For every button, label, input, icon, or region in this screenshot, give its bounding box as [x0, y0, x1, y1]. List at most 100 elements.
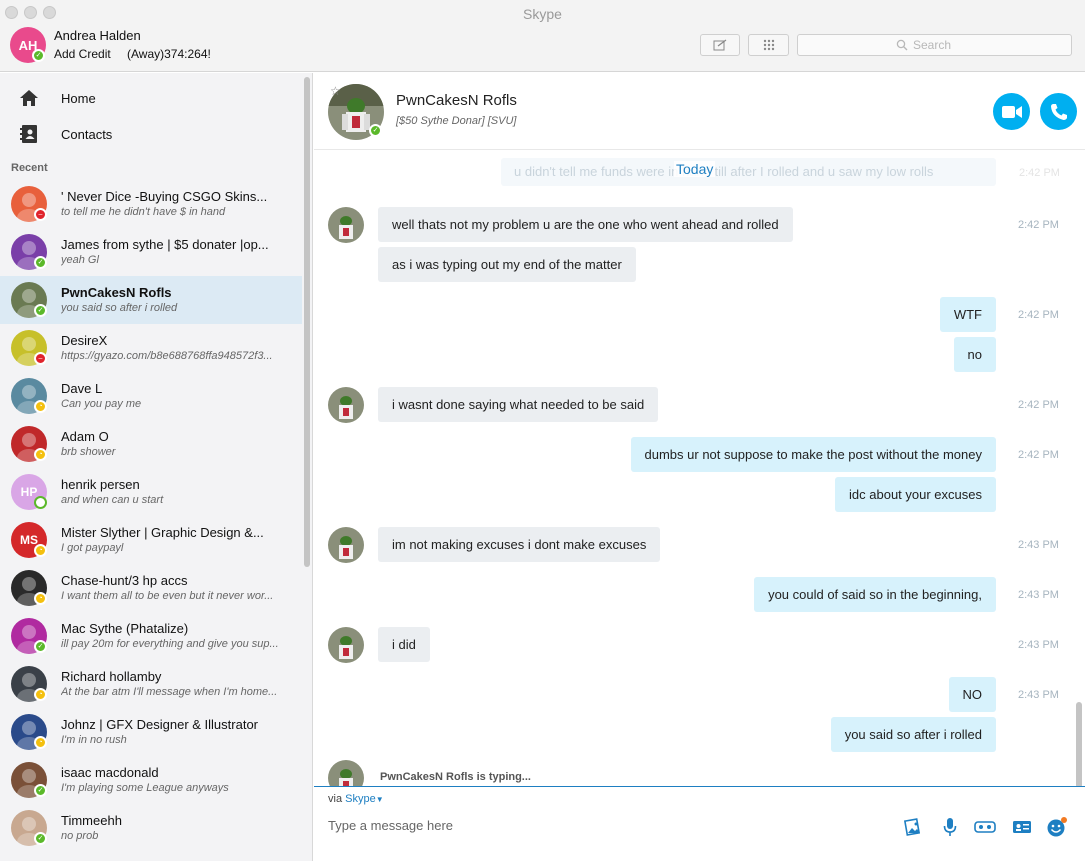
- message-sender-avatar[interactable]: [328, 527, 364, 563]
- contact-item[interactable]: MS ◔ Mister Slyther | Graphic Design &... I…: [0, 516, 302, 564]
- contact-item[interactable]: – DesireX https://gyazo.com/b8e688768ffa94…: [0, 324, 302, 372]
- incoming-message[interactable]: well thats not my problem u are the one …: [378, 207, 793, 242]
- message-timestamp: 2:43 PM: [1018, 589, 1059, 601]
- add-credit-link[interactable]: Add Credit: [54, 47, 111, 61]
- contact-name: James from sythe | $5 donater |op...: [61, 237, 269, 252]
- chat-contact-name[interactable]: PwnCakesN Rofls: [396, 92, 517, 109]
- message-timestamp: 2:43 PM: [1018, 689, 1059, 701]
- message-sender-avatar[interactable]: [328, 387, 364, 423]
- message-input[interactable]: [328, 815, 888, 835]
- dialpad-icon: [763, 39, 774, 51]
- contact-name: Timmeehh: [61, 813, 122, 828]
- microphone-icon: [943, 818, 957, 836]
- record-audio-button[interactable]: [939, 816, 961, 838]
- nav-home[interactable]: Home: [0, 80, 300, 116]
- contact-name: Richard hollamby: [61, 669, 162, 684]
- contact-last-message: yeah Gl: [61, 254, 99, 266]
- contact-last-message: and when can u start: [61, 494, 164, 506]
- dialpad-button[interactable]: [748, 34, 789, 56]
- contact-last-message: to tell me he didn't have $ in hand: [61, 206, 226, 218]
- contact-name: Chase-hunt/3 hp accs: [61, 573, 188, 588]
- contact-name: Johnz | GFX Designer & Illustrator: [61, 717, 259, 732]
- contact-last-message: ill pay 20m for everything and give you …: [61, 638, 279, 650]
- incoming-message[interactable]: as i was typing out my end of the matter: [378, 247, 636, 282]
- contact-last-message: Can you pay me: [61, 398, 142, 410]
- video-call-button[interactable]: [993, 93, 1030, 130]
- chat-contact-status-icon: ✓: [369, 124, 382, 137]
- status-away-icon: ◔: [34, 592, 47, 605]
- message-composer: via Skype▼: [314, 786, 1085, 861]
- via-service-selector[interactable]: via Skype▼: [328, 793, 384, 805]
- outgoing-message[interactable]: NO: [948, 677, 996, 712]
- emoticons-button[interactable]: [1046, 816, 1068, 838]
- message-history[interactable]: u didn't tell me funds were in hand till…: [314, 150, 1085, 786]
- incoming-message[interactable]: i wasnt done saying what needed to be sa…: [378, 387, 659, 422]
- contact-card-icon: [1013, 821, 1031, 833]
- search-input[interactable]: [913, 38, 973, 52]
- status-dnd-icon: –: [34, 208, 47, 221]
- outgoing-message[interactable]: idc about your excuses: [835, 477, 996, 512]
- nav-contacts[interactable]: Contacts: [0, 116, 300, 152]
- outgoing-message[interactable]: dumbs ur not suppose to make the post wi…: [630, 437, 996, 472]
- contact-item[interactable]: ✓ Mac Sythe (Phatalize) ill pay 20m for ev…: [0, 612, 302, 660]
- outgoing-message[interactable]: you could of said so in the beginning,: [754, 577, 996, 612]
- contact-item[interactable]: – ' Never Dice -Buying CSGO Skins... to te…: [0, 180, 302, 228]
- nav-home-label: Home: [61, 90, 96, 106]
- status-offline-icon: [34, 496, 47, 509]
- video-message-button[interactable]: [974, 816, 996, 838]
- via-skype-link[interactable]: Skype: [345, 793, 376, 805]
- my-status-icon: ✓: [32, 49, 45, 62]
- contact-name: DesireX: [61, 333, 108, 348]
- contact-item[interactable]: ◔ Richard hollamby At the bar atm I'll mes…: [0, 660, 302, 708]
- contact-last-message: I'm in no rush: [61, 734, 127, 746]
- video-camera-icon: [1001, 105, 1022, 118]
- contact-last-message: I'm playing some League anyways: [61, 782, 229, 794]
- status-away-icon: ◔: [34, 736, 47, 749]
- via-prefix: via: [328, 793, 343, 805]
- status-away-icon: ◔: [34, 688, 47, 701]
- contact-item[interactable]: ◔ Chase-hunt/3 hp accs I want them all to …: [0, 564, 302, 612]
- sidebar: Home Contacts Recent – ' Never Dice -Buyi…: [0, 73, 313, 861]
- contact-item[interactable]: ✓ James from sythe | $5 donater |op... yea…: [0, 228, 302, 276]
- send-contacts-button[interactable]: [1011, 816, 1033, 838]
- message-sender-avatar[interactable]: [328, 627, 364, 663]
- typing-indicator: PwnCakesN Rofls is typing...: [380, 771, 531, 783]
- contact-last-message: At the bar atm I'll message when I'm hom…: [61, 686, 278, 698]
- outgoing-message[interactable]: no: [953, 337, 996, 372]
- faded-message-time: 2:42 PM: [1019, 167, 1060, 179]
- message-timestamp: 2:42 PM: [1018, 219, 1059, 231]
- contact-last-message: I got paypayl: [61, 542, 124, 554]
- day-separator: Today: [674, 161, 716, 177]
- contact-item[interactable]: ✓ isaac macdonald I'm playing some League …: [0, 756, 302, 804]
- my-avatar[interactable]: AH ✓: [10, 27, 46, 63]
- audio-call-button[interactable]: [1040, 93, 1077, 130]
- incoming-message[interactable]: im not making excuses i dont make excuse…: [378, 527, 661, 562]
- contact-item[interactable]: ◔ Adam O brb shower: [0, 420, 302, 468]
- incoming-message[interactable]: i did: [378, 627, 430, 662]
- contact-item[interactable]: HP henrik persen and when can u start: [0, 468, 302, 516]
- contact-item[interactable]: ◔ Dave L Can you pay me: [0, 372, 302, 420]
- message-scrollbar[interactable]: [1076, 702, 1082, 786]
- smiley-icon: [1047, 817, 1067, 837]
- home-icon: [19, 88, 39, 108]
- contact-item[interactable]: ✓ Timmeehh no prob: [0, 804, 302, 852]
- favorite-star-icon[interactable]: ☆: [330, 84, 341, 98]
- message-sender-avatar[interactable]: [328, 207, 364, 243]
- contact-last-message: no prob: [61, 830, 99, 842]
- compose-button[interactable]: [700, 34, 740, 56]
- contact-name: PwnCakesN Rofls: [61, 285, 172, 300]
- my-name[interactable]: Andrea Halden: [54, 28, 141, 43]
- search-box[interactable]: [797, 34, 1072, 56]
- contact-name: isaac macdonald: [61, 765, 159, 780]
- contact-item[interactable]: ◔ Johnz | GFX Designer & Illustrator I'm i…: [0, 708, 302, 756]
- my-mood-message[interactable]: (Away)374:264!: [127, 47, 211, 61]
- outgoing-message[interactable]: WTF: [939, 297, 996, 332]
- outgoing-message[interactable]: you said so after i rolled: [830, 717, 996, 752]
- status-online-icon: ✓: [34, 256, 47, 269]
- send-file-button[interactable]: [902, 816, 924, 838]
- typing-avatar: [328, 760, 364, 786]
- contact-item[interactable]: ✓ PwnCakesN Rofls you said so after i roll…: [0, 276, 302, 324]
- sidebar-scrollbar[interactable]: [304, 77, 310, 567]
- status-online-icon: ✓: [34, 832, 47, 845]
- status-away-icon: ◔: [34, 400, 47, 413]
